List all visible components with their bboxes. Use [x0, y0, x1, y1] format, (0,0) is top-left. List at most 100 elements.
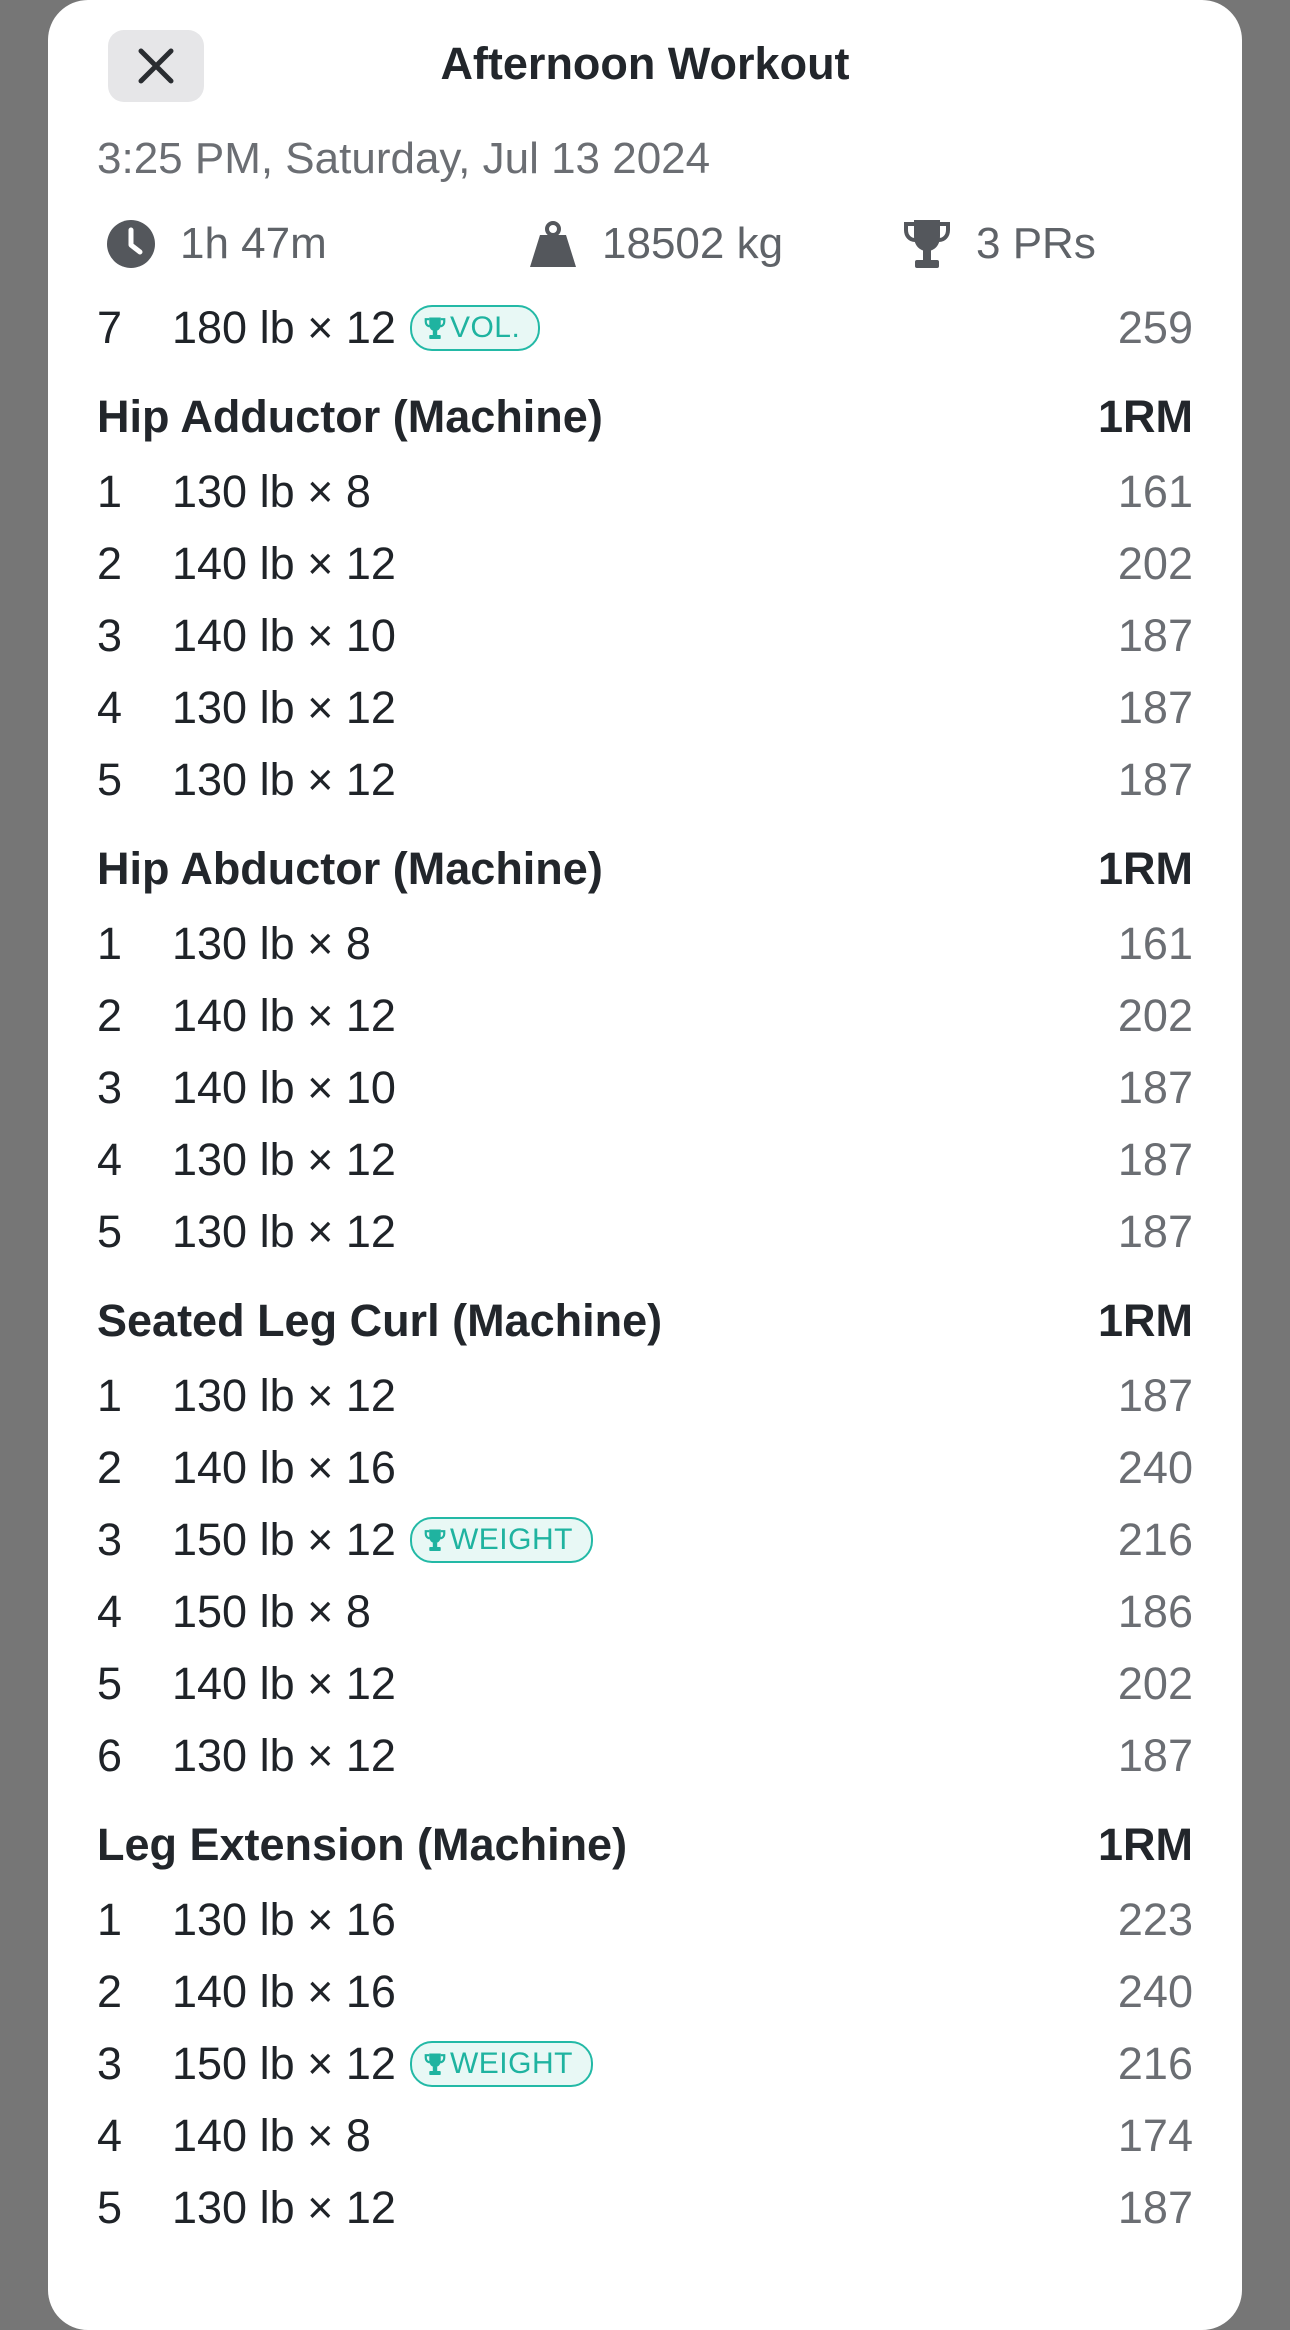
set-row: 2 140 lb × 16 240: [97, 1956, 1193, 2028]
set-row: 3 140 lb × 10 187: [97, 1052, 1193, 1124]
trophy-icon: [424, 317, 446, 339]
set-1rm: 240: [1117, 1966, 1193, 2017]
set-weight: 140 lb × 16: [172, 1966, 396, 2017]
set-row: 1 130 lb × 8 161: [97, 908, 1193, 980]
pr-badge: VOL.: [409, 305, 541, 351]
set-row: 5 140 lb × 12 202: [97, 1648, 1193, 1720]
set-1rm: 187: [1117, 610, 1193, 661]
set-number: 5: [97, 2182, 123, 2233]
set-weight: 130 lb × 12: [172, 1730, 396, 1781]
set-weight: 140 lb × 8: [172, 2110, 371, 2161]
set-row: 5 130 lb × 12 187: [97, 744, 1193, 816]
volume-stat: 18502 kg: [528, 214, 783, 274]
set-number: 1: [97, 466, 123, 517]
set-number: 3: [97, 1514, 123, 1565]
set-row: 6 130 lb × 12 187: [97, 1720, 1193, 1792]
set-weight: 140 lb × 12: [172, 1658, 396, 1709]
set-1rm: 186: [1117, 1586, 1193, 1637]
set-number: 5: [97, 1206, 123, 1257]
exercise-1rm-label: 1RM: [1097, 843, 1193, 894]
set-weight: 150 lb × 8: [172, 1586, 371, 1637]
set-number: 2: [97, 1966, 123, 2017]
set-row: 4 140 lb × 8 174: [97, 2100, 1193, 2172]
set-1rm: 223: [1117, 1894, 1193, 1945]
pr-badge: WEIGHT: [409, 2041, 593, 2087]
set-row: 2 140 lb × 12 202: [97, 528, 1193, 600]
set-1rm: 216: [1117, 1514, 1193, 1565]
set-weight: 130 lb × 12: [172, 1370, 396, 1421]
trophy-icon: [424, 1529, 446, 1551]
exercise-1rm-label: 1RM: [1097, 391, 1193, 442]
set-row: 3 150 lb × 12 WEIGHT 216: [97, 1504, 1193, 1576]
set-number: 3: [97, 610, 123, 661]
exercise-group: Seated Leg Curl (Machine) 1RM 1 130 lb × 12…: [97, 1282, 1193, 1792]
set-number: 7: [97, 302, 123, 353]
set-number: 2: [97, 1442, 123, 1493]
set-weight: 140 lb × 10: [172, 610, 396, 661]
set-weight: 130 lb × 12: [172, 754, 396, 805]
set-1rm: 187: [1117, 1370, 1193, 1421]
set-weight: 180 lb × 12: [172, 302, 396, 353]
set-weight: 140 lb × 12: [172, 538, 396, 589]
set-weight: 130 lb × 8: [172, 466, 371, 517]
set-weight: 140 lb × 10: [172, 1062, 396, 1113]
set-number: 3: [97, 2038, 123, 2089]
exercise-group: Hip Adductor (Machine) 1RM 1 130 lb × 8 161 2…: [97, 378, 1193, 816]
prs-stat: 3 PRs: [902, 214, 1096, 274]
set-number: 5: [97, 754, 123, 805]
workout-datetime: 3:25 PM, Saturday, Jul 13 2024: [97, 134, 711, 183]
page-title: Afternoon Workout: [440, 38, 850, 89]
set-number: 4: [97, 1134, 123, 1185]
set-number: 5: [97, 1658, 123, 1709]
set-1rm: 174: [1117, 2110, 1193, 2161]
set-number: 1: [97, 1894, 123, 1945]
set-weight: 130 lb × 12: [172, 1134, 396, 1185]
volume-value: 18502 kg: [602, 219, 784, 268]
exercise-1rm-label: 1RM: [1097, 1819, 1193, 1870]
set-weight: 130 lb × 8: [172, 918, 371, 969]
set-1rm: 187: [1117, 1206, 1193, 1257]
set-number: 1: [97, 918, 123, 969]
set-1rm: 187: [1117, 682, 1193, 733]
weight-icon: [530, 221, 576, 267]
set-number: 4: [97, 682, 123, 733]
set-number: 2: [97, 538, 123, 589]
set-1rm: 216: [1117, 2038, 1193, 2089]
trophy-icon: [424, 2053, 446, 2075]
set-number: 1: [97, 1370, 123, 1421]
set-number: 6: [97, 1730, 123, 1781]
stats-bar: 1h 47m 18502 kg 3 PRs: [106, 214, 1206, 274]
set-weight: 130 lb × 12: [172, 2182, 396, 2233]
exercise-header[interactable]: Leg Extension (Machine) 1RM: [97, 1806, 1193, 1884]
set-weight: 150 lb × 12: [172, 2038, 396, 2089]
trophy-icon: [904, 220, 950, 268]
set-weight: 130 lb × 12: [172, 682, 396, 733]
set-row: 5 130 lb × 12 187: [97, 1196, 1193, 1268]
exercise-header[interactable]: Seated Leg Curl (Machine) 1RM: [97, 1282, 1193, 1360]
exercise-group: Leg Extension (Machine) 1RM 1 130 lb × 16 22…: [97, 1806, 1193, 2244]
set-number: 3: [97, 1062, 123, 1113]
clock-icon: [107, 220, 155, 268]
set-number: 2: [97, 990, 123, 1041]
exercise-header[interactable]: Hip Abductor (Machine) 1RM: [97, 830, 1193, 908]
set-1rm: 187: [1117, 1062, 1193, 1113]
set-row: 5 130 lb × 12 187: [97, 2172, 1193, 2244]
set-weight: 140 lb × 12: [172, 990, 396, 1041]
set-weight: 130 lb × 12: [172, 1206, 396, 1257]
set-row: 7 180 lb × 12 VOL. 259: [97, 292, 1193, 364]
set-1rm: 187: [1117, 754, 1193, 805]
set-1rm: 202: [1117, 1658, 1193, 1709]
set-row: 4 150 lb × 8 186: [97, 1576, 1193, 1648]
workout-sheet: Afternoon Workout 3:25 PM, Saturday, Jul…: [48, 0, 1242, 2330]
pr-badge: WEIGHT: [409, 1517, 593, 1563]
duration-value: 1h 47m: [180, 219, 327, 268]
set-1rm: 187: [1117, 1134, 1193, 1185]
set-row: 1 130 lb × 16 223: [97, 1884, 1193, 1956]
pr-badge-label: VOL.: [449, 311, 521, 344]
set-1rm: 259: [1117, 302, 1193, 353]
duration-stat: 1h 47m: [106, 214, 327, 274]
exercise-header[interactable]: Hip Adductor (Machine) 1RM: [97, 378, 1193, 456]
pr-badge-label: WEIGHT: [449, 2047, 573, 2080]
set-number: 4: [97, 1586, 123, 1637]
set-weight: 140 lb × 16: [172, 1442, 396, 1493]
